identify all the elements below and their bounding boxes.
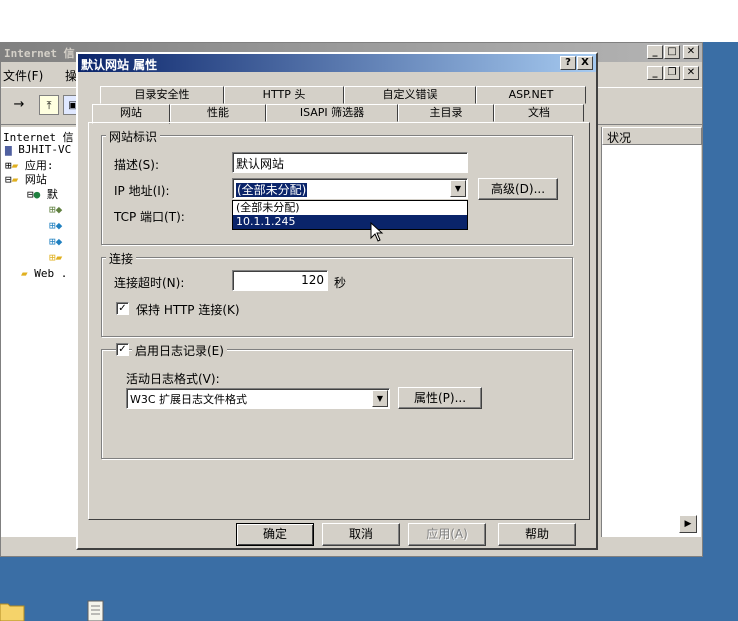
tab-isapi-filters[interactable]: ISAPI 筛选器 <box>266 104 398 122</box>
log-format-label: 活动日志格式(V): <box>126 372 220 386</box>
folder-icon: ▰ <box>21 267 28 280</box>
ip-address-label: IP 地址(I): <box>114 184 170 198</box>
ok-button[interactable]: 确定 <box>236 523 314 546</box>
minimize-button[interactable]: _ <box>647 45 663 59</box>
ip-dropdown-list: (全部未分配) 10.1.1.245 <box>232 200 468 230</box>
log-properties-button[interactable]: 属性(P)... <box>398 387 482 409</box>
tree-node[interactable]: ⊞◆ <box>49 235 62 248</box>
folder-icon: ▰ <box>11 173 19 186</box>
document-icon[interactable] <box>86 600 106 621</box>
up-folder-icon[interactable]: ⤒ <box>39 95 59 115</box>
seconds-label: 秒 <box>334 276 347 290</box>
description-label: 描述(S): <box>114 158 160 172</box>
advanced-button[interactable]: 高级(D)... <box>478 178 558 200</box>
chevron-down-icon[interactable]: ▼ <box>372 390 388 407</box>
tree-server-label: BJHIT-VC <box>18 143 72 156</box>
help-dialog-button[interactable]: 帮助 <box>498 523 576 546</box>
tree-node[interactable]: ⊞◆ <box>49 203 62 216</box>
connections-group: 连接 连接超时(N): 120 秒 ✓ 保持 HTTP 连接(K) <box>101 250 573 337</box>
keepalive-checkbox[interactable]: ✓ <box>116 302 129 315</box>
maximize-button[interactable]: □ <box>664 45 680 59</box>
menu-file[interactable]: 文件(F) <box>3 67 43 84</box>
tcp-port-label: TCP 端口(T): <box>114 210 185 224</box>
tab-http-headers[interactable]: HTTP 头 <box>224 86 344 104</box>
dialog-titlebar: 默认网站 属性 ? X <box>78 54 596 72</box>
tab-row-2: 网站 性能 ISAPI 筛选器 主目录 文档 <box>92 104 586 124</box>
scroll-right-button[interactable]: ▶ <box>679 515 697 533</box>
tree-default-site[interactable]: ⊟● 默 <box>27 186 58 202</box>
tab-row-1: 目录安全性 HTTP 头 自定义错误 ASP.NET <box>92 86 586 104</box>
tree-websites-label: 网站 <box>24 173 47 186</box>
close-button[interactable]: ✕ <box>683 45 699 59</box>
tree-server[interactable]: ▆ BJHIT-VC <box>5 143 71 156</box>
timeout-input[interactable]: 120 <box>232 270 328 291</box>
iis-window-title: Internet 信 <box>4 47 75 60</box>
status-column-header[interactable]: 状况 <box>602 127 702 145</box>
group-label: 网站标识 <box>106 128 161 145</box>
properties-dialog: 默认网站 属性 ? X 目录安全性 HTTP 头 自定义错误 ASP.NET 网… <box>76 52 598 550</box>
tab-home-directory[interactable]: 主目录 <box>398 104 494 122</box>
mouse-cursor-icon <box>370 222 384 242</box>
apply-button[interactable]: 应用(A) <box>408 523 486 546</box>
tree-web-label: Web . <box>34 267 68 280</box>
ip-option-unassigned[interactable]: (全部未分配) <box>233 201 467 215</box>
tree-websites[interactable]: ⊟▰ 网站 <box>5 171 47 187</box>
group-label: 连接 <box>106 250 137 267</box>
keepalive-label: 保持 HTTP 连接(K) <box>136 303 240 317</box>
tree-default-label: 默 <box>46 188 58 201</box>
chevron-down-icon[interactable]: ▼ <box>450 180 466 197</box>
description-input[interactable]: 默认网站 <box>232 152 468 173</box>
ip-option-10-1-1-245[interactable]: 10.1.1.245 <box>233 215 467 229</box>
dialog-close-button[interactable]: X <box>577 56 593 70</box>
tab-aspnet[interactable]: ASP.NET <box>476 86 586 104</box>
tab-website[interactable]: 网站 <box>92 104 170 124</box>
tree-node[interactable]: ⊞◆ <box>49 219 62 232</box>
ip-address-value: (全部未分配) <box>236 183 308 197</box>
ip-address-select[interactable]: (全部未分配) <box>232 178 468 199</box>
tab-custom-errors[interactable]: 自定义错误 <box>344 86 476 104</box>
child-close-button[interactable]: ✕ <box>683 66 699 80</box>
details-pane: 状况 <box>601 127 702 537</box>
forward-arrow-icon[interactable]: → <box>9 95 29 115</box>
server-icon: ▆ <box>5 143 12 156</box>
dialog-title: 默认网站 属性 <box>81 58 158 72</box>
website-identification-group: 网站标识 描述(S): 默认网站 IP 地址(I): (全部未分配) ▼ 高级(… <box>101 128 573 245</box>
enable-logging-label: 启用日志记录(E) <box>132 342 227 359</box>
timeout-label: 连接超时(N): <box>114 276 185 290</box>
child-restore-button[interactable]: ❐ <box>664 66 680 80</box>
enable-logging-checkbox[interactable]: ✓ <box>116 343 129 356</box>
tab-documents[interactable]: 文档 <box>494 104 584 122</box>
log-format-select[interactable]: W3C 扩展日志文件格式 <box>126 388 390 409</box>
help-button[interactable]: ? <box>560 56 576 70</box>
tree-web-ext[interactable]: ▰ Web . <box>21 267 67 280</box>
tree-node[interactable]: ⊞▰ <box>49 251 62 264</box>
folder-icon[interactable] <box>0 600 26 621</box>
tab-directory-security[interactable]: 目录安全性 <box>100 86 224 104</box>
logging-group: ✓ 启用日志记录(E) 活动日志格式(V): W3C 扩展日志文件格式 ▼ 属性… <box>101 342 573 459</box>
child-minimize-button[interactable]: _ <box>647 66 663 80</box>
tab-performance[interactable]: 性能 <box>170 104 266 122</box>
cancel-button[interactable]: 取消 <box>322 523 400 546</box>
desktop-top-area <box>0 0 738 42</box>
tree-pane: Internet 信 ▆ BJHIT-VC ⊞▰ 应用: ⊟▰ 网站 ⊟● 默 … <box>1 127 77 537</box>
globe-icon: ● <box>33 188 41 201</box>
tab-panel: 网站标识 描述(S): 默认网站 IP 地址(I): (全部未分配) ▼ 高级(… <box>88 122 590 520</box>
